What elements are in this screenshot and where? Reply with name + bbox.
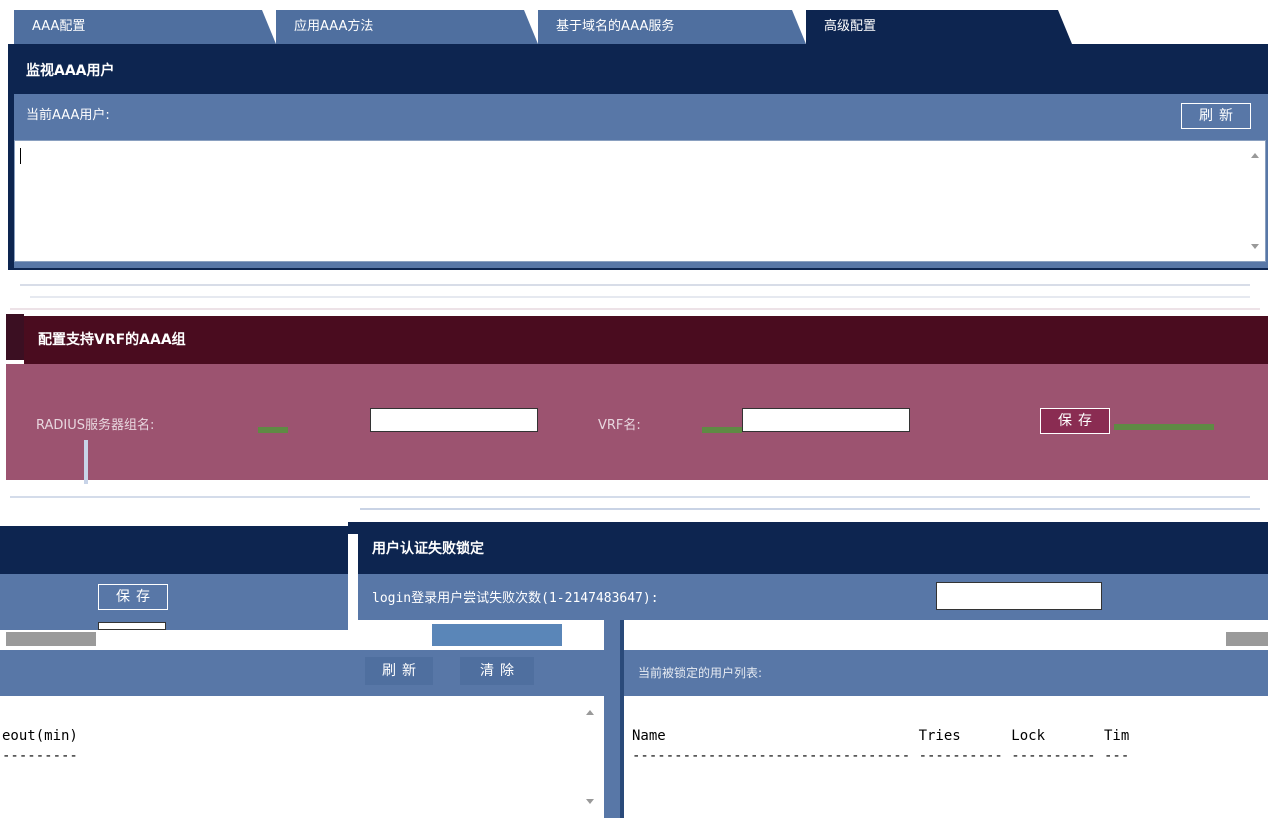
vrf-name-label: VRF名: <box>598 418 641 433</box>
left-clear-button[interactable]: 清除 <box>460 657 534 685</box>
text-caret <box>20 148 21 164</box>
glitch-block <box>432 624 562 646</box>
radius-group-input[interactable] <box>370 408 538 432</box>
locked-users-label: 当前被锁定的用户列表: <box>638 666 763 680</box>
left-save-button[interactable]: 保存 <box>98 584 168 610</box>
output-line: eout(min) <box>2 728 78 744</box>
vrf-panel-title: 配置支持VRF的AAA组 <box>24 316 1268 364</box>
left-refresh-button[interactable]: 刷新 <box>365 657 433 685</box>
login-attempts-input[interactable] <box>936 582 1102 610</box>
radius-group-label: RADIUS服务器组名: <box>36 418 155 433</box>
divider <box>30 296 1250 298</box>
divider <box>360 508 1260 510</box>
output-rule: --------- <box>2 748 78 764</box>
tab-label: 基于域名的AAA服务 <box>556 19 675 34</box>
tab-label: AAA配置 <box>32 19 86 34</box>
glitch-stub <box>84 440 88 484</box>
tab-label: 高级配置 <box>824 19 877 34</box>
tab-apply-aaa-method[interactable]: 应用AAA方法 <box>276 10 538 44</box>
vrf-save-button[interactable]: 保存 <box>1040 408 1110 434</box>
tab-domain-aaa-service[interactable]: 基于域名的AAA服务 <box>538 10 806 44</box>
scroll-up-icon[interactable] <box>1251 153 1259 158</box>
locked-users-rule: --------------------------------- ------… <box>632 748 1130 764</box>
left-input-field[interactable] <box>98 622 166 630</box>
textarea-scrollbar[interactable] <box>1247 143 1263 259</box>
current-users-label: 当前AAA用户: <box>26 108 110 123</box>
glitch-block <box>6 632 96 646</box>
monitor-title: 监视AAA用户 <box>14 48 1268 94</box>
left-textarea-scrollbar[interactable] <box>582 700 598 814</box>
divider <box>10 308 1260 310</box>
vrf-name-input[interactable] <box>742 408 910 432</box>
tab-advanced-config[interactable]: 高级配置 <box>806 10 1072 44</box>
glitch-bar <box>258 427 288 433</box>
glitch-bar <box>1114 424 1214 430</box>
monitor-refresh-button[interactable]: 刷新 <box>1181 103 1251 129</box>
glitch-block <box>1226 632 1268 646</box>
lockout-title: 用户认证失败锁定 <box>358 524 1268 574</box>
glitch-bar <box>702 427 742 433</box>
locked-users-header: Name Tries Lock Tim <box>632 728 1130 744</box>
login-attempts-label: login登录用户尝试失败次数(1-2147483647): <box>372 591 659 606</box>
tab-aaa-config[interactable]: AAA配置 <box>14 10 276 44</box>
scroll-up-icon[interactable] <box>586 710 594 715</box>
left-panel-title-bar <box>0 526 348 574</box>
tab-bar: AAA配置 应用AAA方法 基于域名的AAA服务 高级配置 <box>0 0 1268 46</box>
scroll-down-icon[interactable] <box>1251 244 1259 249</box>
tab-label: 应用AAA方法 <box>294 19 374 34</box>
vrf-panel-edge <box>6 314 24 360</box>
divider <box>20 284 1250 286</box>
divider <box>10 496 1250 498</box>
scroll-down-icon[interactable] <box>586 799 594 804</box>
left-output-textarea[interactable] <box>0 696 604 818</box>
current-users-textarea[interactable] <box>14 140 1266 262</box>
left-panel-body <box>0 574 348 630</box>
